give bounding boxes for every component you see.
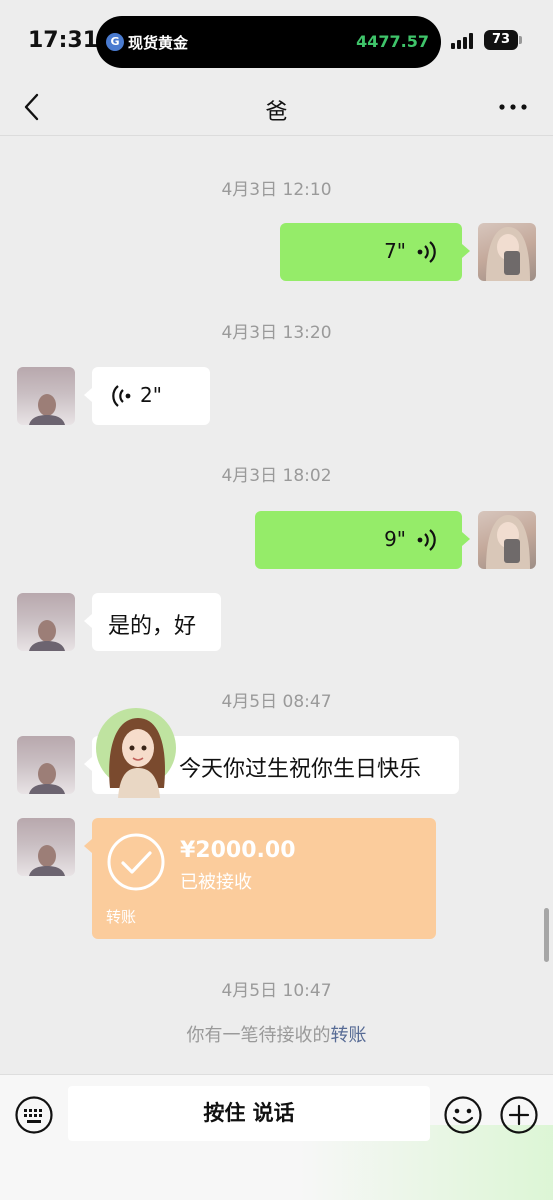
transfer-card[interactable]: ¥2000.00 已被接收 转账 (92, 818, 436, 939)
hold-to-talk-button[interactable]: 按住 说话 (68, 1086, 430, 1141)
transfer-amount: ¥2000.00 (180, 838, 296, 863)
system-note-text: 你有一笔待接收的 (186, 1025, 331, 1046)
plus-icon[interactable] (499, 1095, 539, 1135)
battery-icon: 73 (484, 30, 518, 50)
voice-wave-icon (417, 529, 436, 551)
message-timestamp: 4月5日 08:47 (221, 692, 332, 712)
cellular-signal-icon (451, 33, 477, 49)
bubble-tail (84, 614, 92, 628)
dad-avatar[interactable] (17, 593, 75, 651)
my-avatar-image (486, 515, 530, 569)
voice-duration: 2" (140, 383, 162, 407)
voice-duration: 9" (384, 527, 406, 551)
dad-avatar-image (29, 845, 65, 876)
voice-wave-icon (112, 385, 131, 407)
battery-tip (519, 36, 522, 44)
message-timestamp: 4月3日 12:10 (221, 180, 332, 200)
check-circle-icon (107, 833, 165, 891)
input-bar: 按住 说话 (0, 1074, 553, 1200)
girl-sticker-image (96, 708, 176, 798)
island-price: 4477.57 (356, 32, 429, 51)
gold-price-app-icon: G (106, 33, 124, 51)
chat-title: 爸 (265, 100, 288, 125)
transfer-label: 转账 (106, 908, 137, 926)
dynamic-island[interactable]: G 现货黄金 4477.57 (96, 16, 441, 68)
dad-avatar-image (29, 763, 65, 794)
dad-avatar[interactable] (17, 367, 75, 425)
message-text: 今天你过生祝你生日快乐 (179, 757, 422, 782)
dad-avatar-image (29, 620, 65, 651)
message-timestamp: 4月3日 18:02 (221, 466, 332, 486)
chat-header: 爸 (0, 80, 553, 136)
scrollbar[interactable] (544, 908, 549, 962)
dad-text-message[interactable]: 是的，好 (92, 593, 221, 651)
voice-duration: 7" (384, 239, 406, 263)
my-avatar-image (486, 227, 530, 281)
transfer-link[interactable]: 转账 (331, 1025, 367, 1046)
more-dots-icon[interactable] (498, 102, 528, 112)
bubble-tail (84, 388, 92, 402)
transfer-status: 已被接收 (180, 872, 252, 893)
dad-avatar[interactable] (17, 736, 75, 794)
dad-avatar-image (29, 394, 65, 425)
my-avatar[interactable] (478, 223, 536, 281)
bubble-tail (84, 757, 92, 771)
status-time: 17:31 (28, 28, 99, 53)
message-timestamp: 4月3日 13:20 (221, 323, 332, 343)
island-label: 现货黄金 (128, 34, 189, 52)
bubble-tail (462, 244, 470, 258)
pending-transfer-note: 你有一笔待接收的转账 (0, 1021, 553, 1047)
status-bar: 17:31 G 现货黄金 4477.57 73 (0, 0, 553, 80)
bubble-tail (462, 532, 470, 546)
emoji-icon[interactable] (443, 1095, 483, 1135)
dad-voice-message[interactable]: 2" (92, 367, 210, 425)
keyboard-icon[interactable] (14, 1095, 54, 1135)
message-text: 是的，好 (108, 614, 197, 639)
dad-avatar[interactable] (17, 818, 75, 876)
voice-wave-icon (417, 241, 436, 263)
my-voice-message[interactable]: 7" (280, 223, 462, 281)
my-voice-message[interactable]: 9" (255, 511, 462, 569)
message-timestamp: 4月5日 10:47 (221, 981, 332, 1001)
my-avatar[interactable] (478, 511, 536, 569)
bubble-tail (84, 839, 92, 853)
